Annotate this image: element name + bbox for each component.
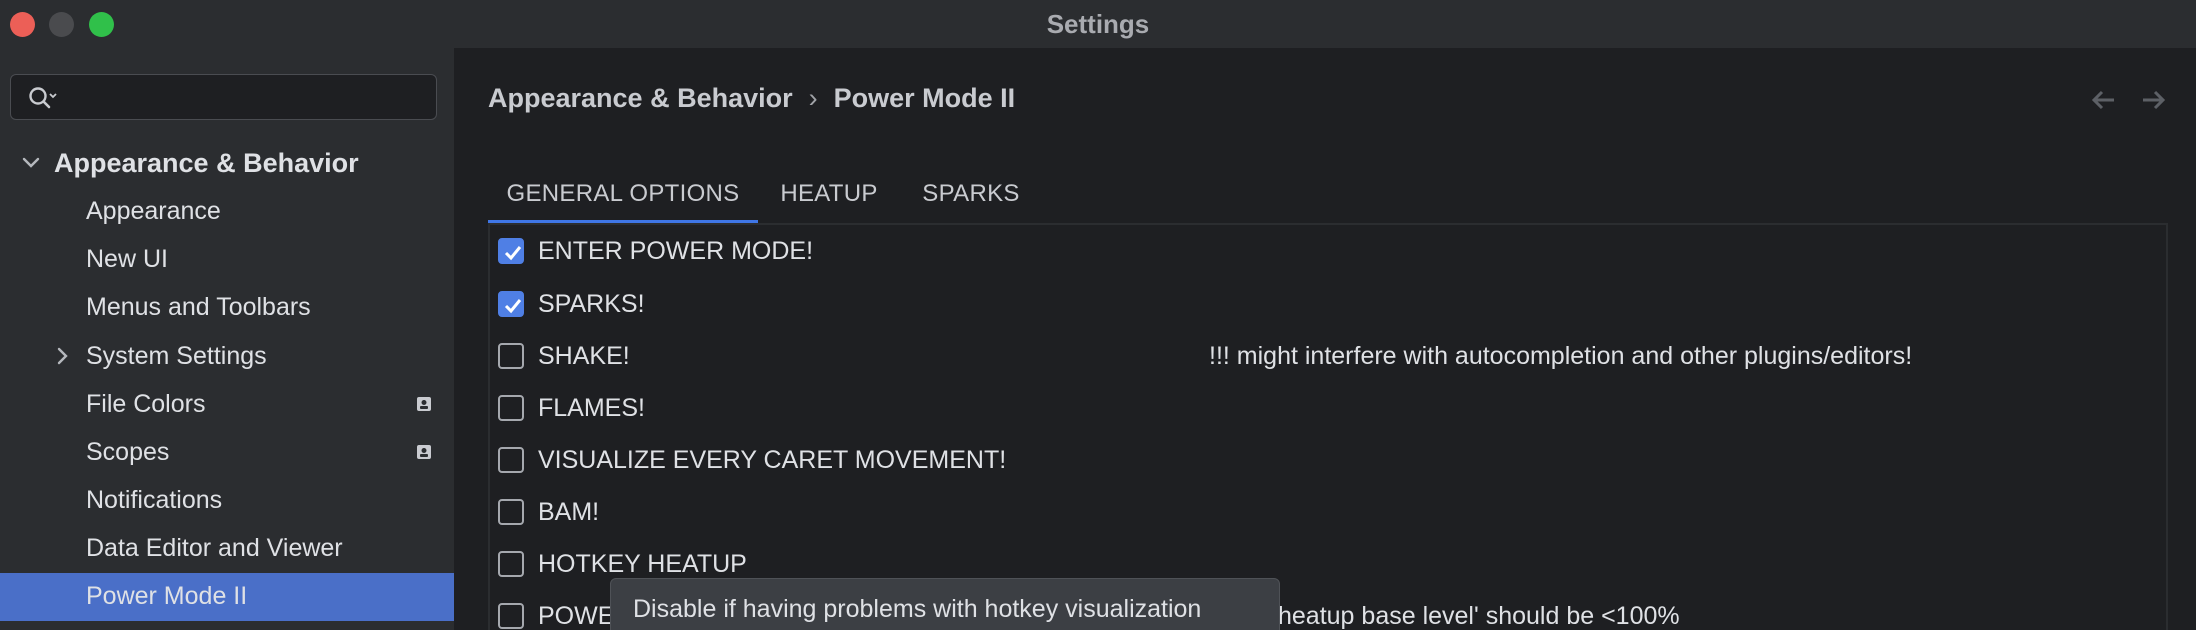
checkbox[interactable] [498,551,524,577]
chevron-down-icon [22,157,40,168]
chevron-right-icon [57,347,68,365]
sidebar-item-file-colors[interactable]: File Colors [0,381,454,427]
checkbox-checked[interactable] [498,291,524,317]
checkbox-checked[interactable] [498,238,524,264]
tab-heatup[interactable]: HEATUP [758,172,900,224]
checkbox[interactable] [498,447,524,473]
option-label: FLAMES! [538,394,645,422]
breadcrumb-parent[interactable]: Appearance & Behavior [488,83,793,113]
tooltip: Disable if having problems with hotkey v… [610,578,1280,630]
sidebar-item-notifications[interactable]: Notifications [0,477,454,523]
option-label: VISUALIZE EVERY CARET MOVEMENT! [538,446,1007,474]
sidebar-item-label: Scopes [86,438,170,466]
checkmark-icon [504,246,522,261]
heatup-note-text: heatup base level' should be <100% [1278,602,1680,630]
search-icon [29,87,57,109]
checkbox[interactable] [498,603,524,629]
tab-general-options[interactable]: GENERAL OPTIONS [488,172,758,224]
shake-warning-text: !!! might interfere with autocompletion … [1209,342,1913,370]
sidebar-item-power-mode-ii[interactable]: Power Mode II [0,573,454,621]
project-level-icon [417,445,431,459]
sidebar-item-data-editor-viewer[interactable]: Data Editor and Viewer [0,525,454,571]
sidebar-item-system-settings[interactable]: System Settings [0,333,454,379]
option-label: SHAKE! [538,342,630,370]
sidebar-item-label: Data Editor and Viewer [86,534,343,562]
sidebar-item-appearance[interactable]: Appearance [0,188,454,234]
checkbox[interactable] [498,343,524,369]
sidebar-item-label: Notifications [86,486,223,514]
sidebar-item-label: System Settings [86,342,267,370]
arrow-left-icon[interactable] [2090,88,2116,112]
sidebar-item-menus-toolbars[interactable]: Menus and Toolbars [0,284,454,330]
sidebar-item-label: Appearance & Behavior [54,148,359,178]
tab-sparks[interactable]: SPARKS [900,172,1042,224]
sidebar-item-label: File Colors [86,390,206,418]
sidebar-item-label: Power Mode II [86,582,248,610]
sidebar-item-scopes[interactable]: Scopes [0,429,454,475]
sidebar-item-label: Appearance [86,197,221,225]
option-label: BAM! [538,498,600,526]
breadcrumb-current: Power Mode II [833,83,1016,113]
settings-content: Appearance & Behavior › Power Mode II GENE… [456,48,2196,630]
option-label: SPARKS! [538,290,645,318]
sidebar-item-label: New UI [86,245,168,273]
breadcrumb: Appearance & Behavior › Power Mode II [488,80,1015,116]
sidebar-item-label: Menus and Toolbars [86,293,311,321]
settings-sidebar: Appearance & Behavior Appearance New UI … [0,48,454,630]
option-label: POWE [538,602,615,630]
sidebar-item-appearance-behavior[interactable]: Appearance & Behavior [0,140,454,186]
checkbox[interactable] [498,395,524,421]
arrow-right-icon[interactable] [2141,88,2167,112]
window-title: Settings [1046,9,1150,39]
checkmark-icon [504,299,522,314]
settings-window: Settings Appearance & Behavior Appearanc… [0,0,2196,630]
breadcrumb-separator: › [808,83,818,113]
checkbox[interactable] [498,499,524,525]
title-bar: Settings [0,0,2196,48]
sidebar-item-new-ui[interactable]: New UI [0,236,454,282]
search-input[interactable] [10,74,437,120]
option-label: ENTER POWER MODE! [538,237,814,265]
project-level-icon [417,397,431,411]
